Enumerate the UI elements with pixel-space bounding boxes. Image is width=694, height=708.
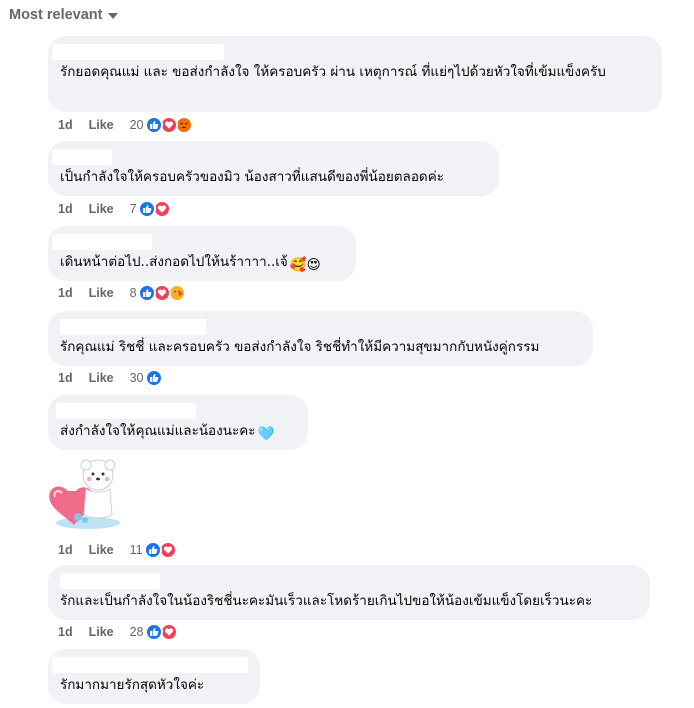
timestamp-link[interactable]: 1d (58, 371, 73, 385)
comment-text-body: ส่งกำลังใจให้คุณแม่และน้องนะคะ (60, 423, 256, 439)
like-reaction-icon (137, 284, 156, 302)
comment-text: รักมากมายรักสุดหัวใจค่ะ (60, 677, 205, 693)
timestamp-link[interactable]: 1d (58, 118, 73, 132)
comment-bubble: เดินหน้าต่อไป..ส่งกอดไปให้นร้าาาา..เจ้ 🥰😍 (48, 226, 356, 281)
comment-actions: 1d Like 7 (58, 199, 171, 219)
redacted-author-name (52, 149, 112, 165)
comment-bubble: รักและเป็นกำลังใจในน้องริชชี่นะคะมันเร็ว… (48, 565, 650, 620)
reaction-icons[interactable] (144, 116, 193, 134)
like-reaction-icon (143, 541, 162, 559)
timestamp-link[interactable]: 1d (58, 543, 73, 557)
like-reaction-icon (144, 623, 163, 641)
bear-hugging-heart-sticker[interactable] (48, 453, 128, 533)
comment-emoji: 🥰😍 (289, 257, 321, 273)
like-button[interactable]: Like (89, 543, 114, 557)
comment-text-body: เดินหน้าต่อไป..ส่งกอดไปให้นร้าาาา..เจ้ (60, 254, 288, 270)
comment-bubble: เป็นกำลังใจให้ครอบครัวของมิว น้องสาวที่แ… (48, 141, 499, 196)
comment-text: ส่งกำลังใจให้คุณแม่และน้องนะคะ 🩵 (60, 422, 296, 444)
comment-actions: 1d Like 20 (58, 115, 193, 135)
chevron-down-icon (108, 13, 119, 19)
comment-bubble: ส่งกำลังใจให้คุณแม่และน้องนะคะ 🩵 (48, 395, 308, 450)
redacted-author-name (60, 319, 206, 335)
reaction-icons[interactable] (143, 541, 177, 559)
redacted-author-name (52, 657, 248, 673)
comment-bubble: รักคุณแม่ ริชชี่ และครอบครัว ขอส่งกำลังใ… (48, 311, 593, 366)
reaction-count[interactable]: 30 (130, 371, 144, 385)
reaction-count[interactable]: 20 (130, 118, 144, 132)
redacted-author-name (52, 234, 152, 250)
like-reaction-icon (144, 369, 163, 387)
comment-5: ส่งกำลังใจให้คุณแม่และน้องนะคะ 🩵 (48, 395, 308, 450)
like-reaction-icon (137, 200, 156, 218)
like-button[interactable]: Like (89, 625, 114, 639)
like-button[interactable]: Like (89, 202, 114, 216)
like-button[interactable]: Like (89, 118, 114, 132)
reaction-icons[interactable] (137, 284, 186, 302)
sort-label: Most relevant (9, 7, 103, 23)
reaction-count[interactable]: 8 (130, 286, 137, 300)
redacted-author-name (60, 573, 160, 589)
comment-text: รักและเป็นกำลังใจในน้องริชชี่นะคะมันเร็ว… (60, 593, 593, 609)
comment-bubble: รักมากมายรักสุดหัวใจค่ะ (48, 649, 260, 704)
comment-3: เดินหน้าต่อไป..ส่งกอดไปให้นร้าาาา..เจ้ 🥰😍 (48, 226, 356, 281)
reaction-icons[interactable] (144, 623, 178, 641)
like-reaction-icon (144, 116, 163, 134)
like-button[interactable]: Like (89, 286, 114, 300)
comment-1: รักยอดคุณแม่ และ ขอส่งกำลังใจ ให้ครอบครั… (48, 36, 662, 112)
comment-actions: 1d Like 28 (58, 622, 178, 642)
comment-2: เป็นกำลังใจให้ครอบครัวของมิว น้องสาวที่แ… (48, 141, 499, 196)
reaction-count[interactable]: 28 (130, 625, 144, 639)
comment-emoji: 🩵 (257, 426, 275, 442)
comment-text: รักยอดคุณแม่ และ ขอส่งกำลังใจ ให้ครอบครั… (60, 64, 606, 80)
reaction-count[interactable]: 7 (130, 202, 137, 216)
comment-4: รักคุณแม่ ริชชี่ และครอบครัว ขอส่งกำลังใ… (48, 311, 593, 366)
timestamp-link[interactable]: 1d (58, 286, 73, 300)
reaction-icons[interactable] (137, 200, 171, 218)
comment-text: รักคุณแม่ ริชชี่ และครอบครัว ขอส่งกำลังใ… (60, 339, 540, 355)
comment-6: รักและเป็นกำลังใจในน้องริชชี่นะคะมันเร็ว… (48, 565, 650, 620)
comment-actions: 1d Like 11 (58, 540, 177, 560)
reaction-count[interactable]: 11 (130, 543, 143, 557)
redacted-author-name (56, 403, 196, 419)
timestamp-link[interactable]: 1d (58, 202, 73, 216)
comment-text: เดินหน้าต่อไป..ส่งกอดไปให้นร้าาาา..เจ้ 🥰😍 (60, 253, 344, 275)
comment-actions: 1d Like 8 (58, 283, 186, 303)
redacted-author-name (52, 44, 224, 60)
reaction-icons[interactable] (144, 369, 163, 387)
timestamp-link[interactable]: 1d (58, 625, 73, 639)
comment-7: รักมากมายรักสุดหัวใจค่ะ (48, 649, 260, 704)
comment-actions: 1d Like 30 (58, 368, 163, 388)
sort-dropdown[interactable]: Most relevant (9, 5, 119, 25)
comment-text: เป็นกำลังใจให้ครอบครัวของมิว น้องสาวที่แ… (60, 169, 444, 185)
like-button[interactable]: Like (89, 371, 114, 385)
comment-bubble: รักยอดคุณแม่ และ ขอส่งกำลังใจ ให้ครอบครั… (48, 36, 662, 112)
